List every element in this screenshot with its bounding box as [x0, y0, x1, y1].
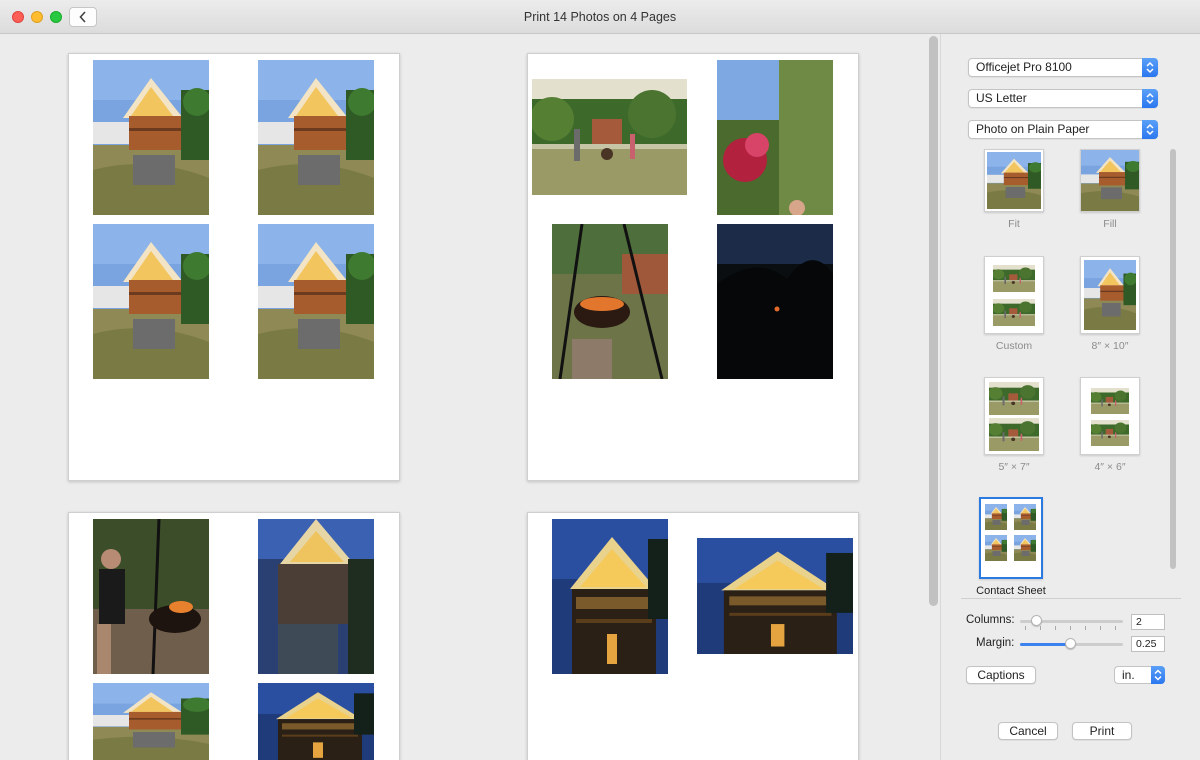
popup-stepper	[1142, 89, 1158, 108]
popup-stepper	[1142, 58, 1158, 77]
layout-custom[interactable]: Custom	[969, 256, 1059, 352]
title-bar: Print 14 Photos on 4 Pages	[0, 0, 1200, 34]
layout-fit[interactable]: Fit	[969, 149, 1059, 230]
popup-stepper	[1151, 666, 1165, 684]
divider	[961, 598, 1181, 599]
paper-type-value: Photo on Plain Paper	[976, 122, 1090, 136]
photo-thumbnail	[93, 224, 209, 379]
photo-thumbnail	[258, 224, 374, 379]
layout-8x10[interactable]: 8″ × 10″	[1065, 256, 1155, 352]
layout-label: 5″ × 7″	[998, 461, 1030, 473]
layout-label: Contact Sheet	[976, 585, 1046, 597]
layout-5x7[interactable]: 5″ × 7″	[969, 377, 1059, 473]
window-title: Print 14 Photos on 4 Pages	[523, 10, 677, 24]
layout-label: 8″ × 10″	[1091, 340, 1129, 352]
layout-thumbnail	[1080, 256, 1140, 334]
preview-page-2	[527, 53, 859, 481]
cancel-button[interactable]: Cancel	[998, 722, 1058, 740]
layout-thumbnail	[984, 377, 1044, 455]
margin-slider-fill	[1020, 643, 1070, 646]
up-down-arrows-icon	[1146, 92, 1154, 105]
printer-popup[interactable]: Officejet Pro 8100	[968, 58, 1158, 77]
photo-thumbnail	[717, 224, 833, 379]
print-settings-sidebar: Officejet Pro 8100 US Letter Photo on Pl…	[940, 34, 1200, 760]
layout-4x6[interactable]: 4″ × 6″	[1065, 377, 1155, 473]
photo-thumbnail	[258, 683, 374, 760]
photo-thumbnail	[697, 538, 853, 654]
preview-scrollbar[interactable]	[929, 36, 938, 606]
columns-label: Columns:	[966, 614, 1015, 626]
photo-thumbnail	[258, 519, 374, 674]
photo-thumbnail	[93, 60, 209, 215]
layout-contact-sheet[interactable]: Contact Sheet	[968, 497, 1056, 597]
captions-button[interactable]: Captions	[966, 666, 1036, 684]
print-button[interactable]: Print	[1072, 722, 1132, 740]
margin-label: Margin:	[976, 637, 1015, 649]
layout-label: 4″ × 6″	[1094, 461, 1126, 473]
layout-options: Fit Fill Custom 8″ × 10″ 5″ × 7″ 4″ × 6″…	[968, 146, 1173, 611]
photo-thumbnail	[258, 60, 374, 215]
printer-value: Officejet Pro 8100	[976, 60, 1072, 74]
columns-field[interactable]: 2	[1131, 614, 1165, 630]
layout-label: Fill	[1103, 218, 1117, 230]
layouts-scrollbar[interactable]	[1170, 149, 1176, 569]
margin-slider-knob[interactable]	[1065, 638, 1076, 649]
photo-thumbnail	[93, 683, 209, 760]
layout-label: Custom	[995, 340, 1033, 352]
photo-thumbnail	[717, 60, 833, 215]
layout-thumbnail	[979, 497, 1043, 579]
up-down-arrows-icon	[1146, 123, 1154, 136]
photo-thumbnail	[552, 519, 668, 674]
units-value: in.	[1122, 668, 1135, 682]
layout-thumbnail	[984, 256, 1044, 334]
preview-page-3	[68, 512, 400, 760]
preview-page-4	[527, 512, 859, 760]
units-popup[interactable]: in.	[1114, 666, 1165, 684]
up-down-arrows-icon	[1154, 669, 1162, 681]
layout-label: Fit	[1008, 218, 1020, 230]
paper-size-value: US Letter	[976, 91, 1027, 105]
preview-page-1	[68, 53, 400, 481]
up-down-arrows-icon	[1146, 61, 1154, 74]
print-preview-area[interactable]	[0, 34, 925, 760]
layout-thumbnail	[1080, 377, 1140, 455]
columns-slider-knob[interactable]	[1031, 615, 1042, 626]
photo-thumbnail	[532, 79, 687, 195]
paper-type-popup[interactable]: Photo on Plain Paper	[968, 120, 1158, 139]
photo-thumbnail	[552, 224, 668, 379]
layout-thumbnail	[1080, 149, 1140, 212]
photo-thumbnail	[93, 519, 209, 674]
layout-thumbnail	[984, 149, 1044, 212]
layout-fill[interactable]: Fill	[1065, 149, 1155, 230]
popup-stepper	[1142, 120, 1158, 139]
columns-slider-ticks	[1020, 626, 1123, 630]
paper-size-popup[interactable]: US Letter	[968, 89, 1158, 108]
margin-field[interactable]: 0.25	[1131, 636, 1165, 652]
